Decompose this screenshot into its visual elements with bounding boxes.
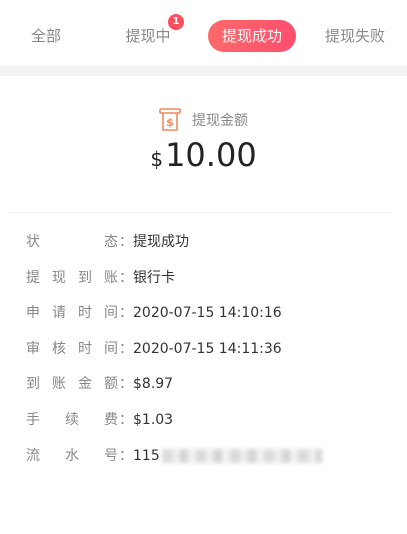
detail-row: 流 水 号： 115: [26, 446, 386, 482]
detail-row: 到账金额： $8.97: [26, 374, 386, 410]
detail-key-char: 流: [26, 447, 40, 464]
detail-key: 提现到账: [26, 268, 119, 288]
detail-value-text: 提现成功: [133, 234, 189, 250]
detail-colon: ：: [119, 340, 133, 357]
detail-key-char: 到: [26, 376, 40, 393]
detail-key-char: 到: [78, 269, 92, 286]
detail-key: 申请时间: [26, 303, 119, 323]
detail-key-char: 水: [65, 447, 79, 464]
amount-header: $ 提现金额: [0, 108, 407, 136]
detail-list: 状态：提现成功提现到账：银行卡申请时间： 2020-07-15 14:10:16 审…: [26, 232, 386, 481]
tab-all[interactable]: 全部: [24, 20, 68, 52]
section-gap: [0, 66, 407, 76]
redacted-serial: [161, 448, 322, 463]
detail-colon: ：: [119, 376, 133, 393]
detail-value: $8.97: [133, 374, 173, 394]
svg-text:$: $: [166, 116, 174, 129]
detail-key-char: 核: [52, 340, 66, 357]
detail-key-char: 态: [104, 234, 118, 250]
detail-colon: ：: [119, 269, 133, 286]
detail-key-char: 时: [78, 340, 92, 357]
detail-row: 状态：提现成功: [26, 232, 386, 268]
pending-count-badge: 1: [168, 14, 184, 30]
detail-colon: ：: [119, 234, 133, 250]
detail-key: 流水号: [26, 446, 119, 466]
detail-value: 2020-07-15 14:11:36: [133, 339, 282, 359]
detail-key-char: 状: [26, 234, 40, 250]
detail-key-char: 账: [52, 376, 66, 393]
detail-key: 手续费: [26, 410, 119, 430]
detail-colon: ：: [119, 447, 133, 464]
tab-failed[interactable]: 提现失败: [322, 20, 388, 52]
detail-key-char: 审: [26, 340, 40, 357]
detail-value: 提现成功: [133, 232, 189, 252]
detail-value: $1.03: [133, 410, 173, 430]
detail-value-text: $8.97: [133, 376, 174, 393]
detail-key: 到账金额: [26, 374, 119, 394]
detail-value-text: 2020-07-15 14:11:36: [133, 340, 282, 357]
detail-value: 银行卡: [133, 268, 175, 288]
detail-key-char: 时: [78, 305, 92, 322]
amount-value: 10.00: [165, 136, 257, 174]
detail-row: 申请时间： 2020-07-15 14:10:16: [26, 303, 386, 339]
detail-key-char: 请: [52, 305, 66, 322]
detail-key: 审核时间: [26, 339, 119, 359]
detail-key-char: 金: [78, 376, 92, 393]
detail-key-char: 申: [26, 305, 40, 322]
detail-key-char: 账: [104, 269, 118, 286]
detail-key: 状态: [26, 232, 119, 252]
detail-value-text: 银行卡: [133, 269, 175, 286]
money-document-icon: $: [159, 108, 181, 131]
detail-key-char: 额: [104, 376, 118, 393]
tab-success[interactable]: 提现成功: [208, 20, 296, 52]
detail-value-text: $1.03: [133, 411, 174, 428]
amount-summary: $ 提现金额 $10.00: [0, 100, 407, 186]
detail-value-text: 115: [133, 447, 160, 464]
tab-pending[interactable]: 提现中 1: [120, 14, 184, 52]
detail-key-char: 间: [104, 340, 118, 357]
detail-key-char: 间: [104, 305, 118, 322]
detail-row: 审核时间： 2020-07-15 14:11:36: [26, 339, 386, 375]
detail-value: 115: [133, 446, 322, 466]
detail-colon: ：: [119, 305, 133, 322]
currency-symbol: $: [150, 147, 164, 171]
detail-value: 2020-07-15 14:10:16: [133, 303, 282, 323]
amount-value-line: $10.00: [0, 136, 407, 174]
detail-key-char: 续: [65, 411, 79, 428]
status-tabs: 全部 提现中 1 提现成功 提现失败: [0, 0, 407, 66]
amount-label: 提现金额: [192, 113, 248, 129]
detail-key-char: 费: [104, 411, 118, 428]
detail-colon: ：: [119, 411, 133, 428]
detail-row: 手 续 费： $1.03: [26, 410, 386, 446]
tab-pending-label: 提现中: [125, 27, 171, 45]
detail-key-char: 手: [26, 411, 40, 428]
divider: [10, 212, 390, 213]
detail-key-char: 号: [104, 447, 118, 464]
detail-value-text: 2020-07-15 14:10:16: [133, 305, 282, 322]
detail-row: 提现到账：银行卡: [26, 268, 386, 304]
detail-key-char: 提: [26, 269, 40, 286]
detail-key-char: 现: [52, 269, 66, 286]
